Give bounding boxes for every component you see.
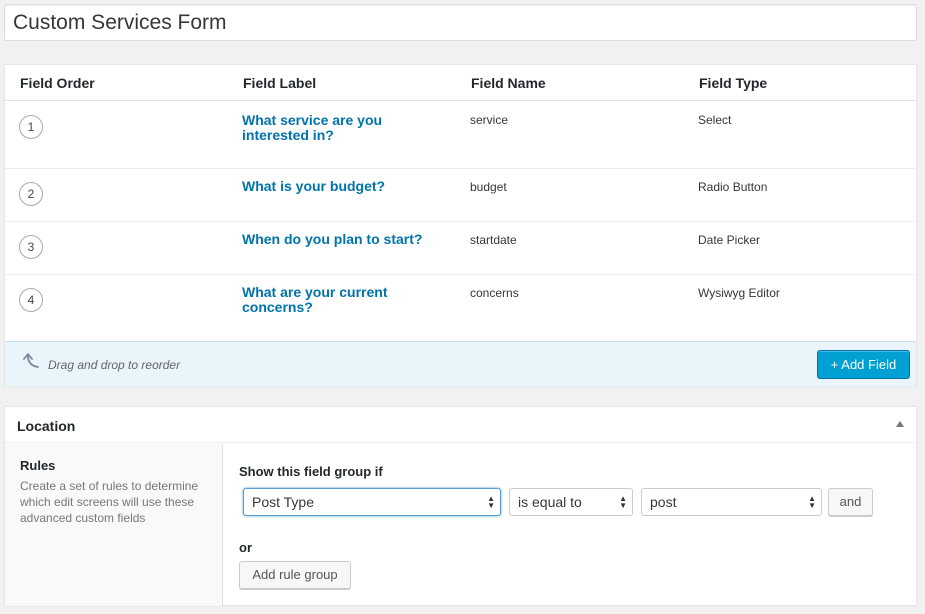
- field-order-badge[interactable]: 2: [19, 182, 43, 206]
- location-panel: Location Rules Create a set of rules to …: [4, 406, 917, 606]
- rules-sidebar: Rules Create a set of rules to determine…: [5, 444, 223, 606]
- field-type: Radio Button: [698, 180, 768, 194]
- rules-label: Rules: [20, 458, 56, 473]
- location-header[interactable]: Location: [5, 407, 916, 443]
- or-label: or: [239, 540, 252, 555]
- rule-param-select[interactable]: Post Type ▲ ▼: [243, 488, 501, 516]
- collapse-toggle-icon[interactable]: [896, 421, 904, 427]
- header-field-type: Field Type: [699, 75, 768, 91]
- field-label-link[interactable]: What is your budget?: [242, 179, 432, 194]
- table-row[interactable]: 2 What is your budget? budget Radio Butt…: [5, 169, 916, 222]
- table-header: Field Order Field Label Field Name Field…: [5, 65, 916, 101]
- field-order-badge[interactable]: 1: [19, 115, 43, 139]
- field-type: Date Picker: [698, 233, 761, 247]
- curved-arrow-icon: [23, 353, 39, 368]
- show-if-label: Show this field group if: [239, 464, 383, 479]
- header-field-order: Field Order: [20, 75, 95, 91]
- table-row[interactable]: 1 What service are you interested in? se…: [5, 102, 916, 169]
- rules-description: Create a set of rules to determine which…: [20, 479, 199, 525]
- add-rule-group-button[interactable]: Add rule group: [239, 561, 351, 589]
- rule-value-value: post: [650, 494, 677, 510]
- field-name: budget: [470, 180, 507, 194]
- field-label-link[interactable]: When do you plan to start?: [242, 232, 432, 247]
- fields-table: Field Order Field Label Field Name Field…: [4, 64, 917, 386]
- and-button[interactable]: and: [828, 488, 873, 516]
- select-arrows-icon: ▲ ▼: [808, 494, 816, 510]
- rule-value-select[interactable]: post ▲ ▼: [641, 488, 822, 516]
- field-type: Select: [698, 113, 732, 127]
- select-arrows-icon: ▲ ▼: [619, 494, 627, 510]
- form-title: Custom Services Form: [13, 11, 227, 34]
- field-name: startdate: [470, 233, 517, 247]
- header-field-label: Field Label: [243, 75, 317, 91]
- field-order-badge[interactable]: 4: [19, 288, 43, 312]
- select-arrows-icon: ▲ ▼: [487, 494, 495, 510]
- add-field-button[interactable]: + Add Field: [817, 350, 910, 379]
- rule-operator-select[interactable]: is equal to ▲ ▼: [509, 488, 633, 516]
- location-title: Location: [17, 418, 76, 434]
- field-name: service: [470, 113, 509, 127]
- drag-hint: Drag and drop to reorder: [48, 358, 181, 372]
- field-type: Wysiwyg Editor: [698, 286, 780, 300]
- field-name: concerns: [470, 286, 519, 300]
- rule-param-value: Post Type: [252, 494, 315, 510]
- header-field-name: Field Name: [471, 75, 546, 91]
- field-order-badge[interactable]: 3: [19, 235, 43, 259]
- fields-footer: Drag and drop to reorder + Add Field: [5, 341, 916, 386]
- table-row[interactable]: 3 When do you plan to start? startdate D…: [5, 222, 916, 275]
- table-row[interactable]: 4 What are your current concerns? concer…: [5, 275, 916, 341]
- rule-operator-value: is equal to: [518, 494, 582, 510]
- field-label-link[interactable]: What are your current concerns?: [242, 285, 432, 315]
- form-title-input[interactable]: Custom Services Form: [4, 4, 917, 41]
- field-label-link[interactable]: What service are you interested in?: [242, 113, 432, 143]
